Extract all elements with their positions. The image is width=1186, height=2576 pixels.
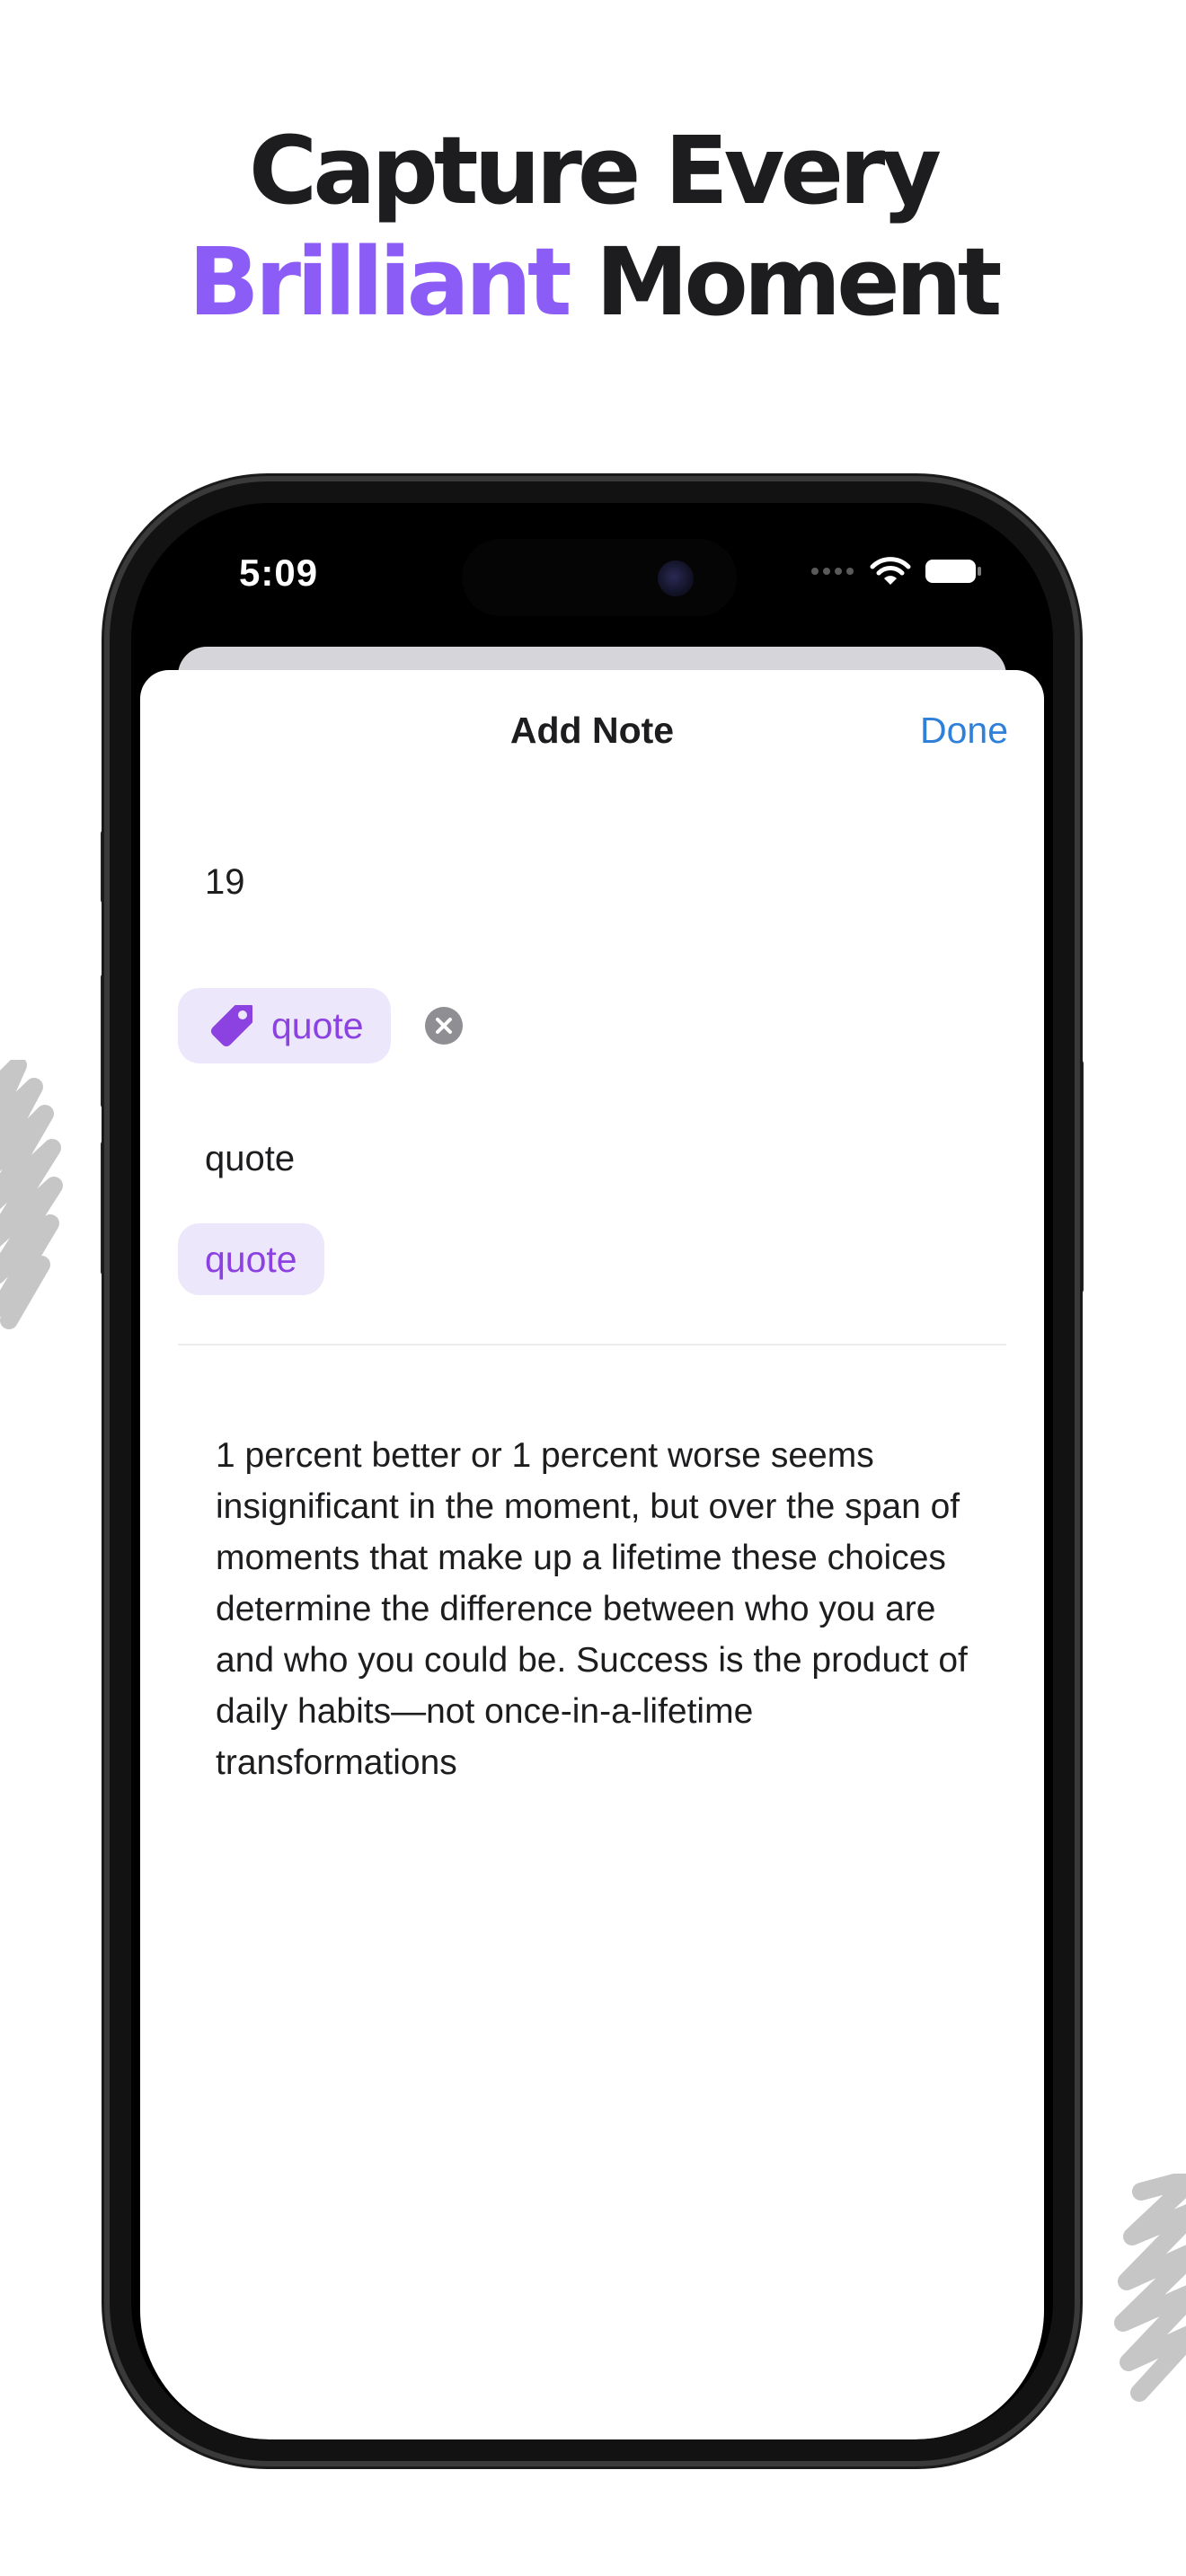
phone-mute-switch [101,830,110,904]
done-button[interactable]: Done [920,710,1008,752]
cellular-dots-icon [811,568,854,575]
phone-volume-down-button [101,1141,110,1275]
note-text-area[interactable]: 1 percent better or 1 percent worse seem… [216,1430,970,1788]
tag-chip-label: quote [271,1004,364,1046]
add-note-sheet: Add Note Done 19 quote quote quote 1 per… [140,670,1044,2439]
divider [178,1344,1006,1345]
phone-power-button [1075,1060,1084,1293]
battery-icon [925,560,981,583]
sheet-title: Add Note [509,710,675,751]
headline-line-2: Brilliant Moment [0,226,1186,338]
note-number-field[interactable]: 19 [205,862,245,903]
headline-line-1: Capture Every [248,116,942,225]
tag-chip[interactable]: quote [178,988,391,1063]
tag-input-field[interactable]: quote [205,1139,295,1179]
camera-icon [658,560,694,596]
scribble-left-decoration [0,1060,63,1329]
tag-icon [211,1005,252,1046]
tag-suggestion-label: quote [205,1238,297,1280]
headline-accent-word: Brilliant [188,227,572,337]
scribble-right-decoration [1114,2174,1186,2402]
wifi-icon [870,557,911,585]
close-circle-icon[interactable] [424,1006,464,1045]
phone-screen: 5:09 Add Note Done 19 quote quote quote … [131,503,1053,2439]
status-time: 5:09 [239,551,319,594]
dynamic-island [462,539,737,616]
headline-line-2-rest: Moment [595,227,1003,337]
phone-volume-up-button [101,974,110,1108]
status-icons [810,553,983,589]
tag-suggestion-chip[interactable]: quote [178,1223,324,1295]
headline: Capture Every Brilliant Moment [0,115,1186,338]
